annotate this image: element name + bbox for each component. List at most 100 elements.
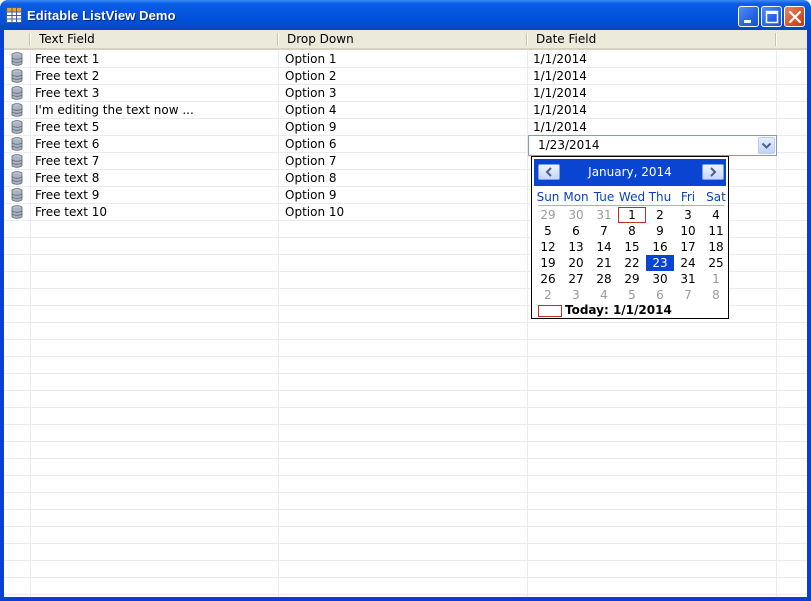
calendar-day[interactable]: 10 bbox=[674, 223, 702, 239]
day-of-week-label: Wed bbox=[618, 190, 646, 204]
drop-down-cell[interactable]: Option 4 bbox=[285, 102, 523, 118]
date-field-cell[interactable]: 1/1/2014 bbox=[533, 102, 773, 118]
calendar-day[interactable]: 28 bbox=[590, 271, 618, 287]
calendar-day[interactable]: 18 bbox=[702, 239, 730, 255]
table-row[interactable]: I'm editing the text now ... Option 4 1/1/… bbox=[4, 102, 807, 119]
column-separator[interactable] bbox=[526, 33, 527, 46]
database-icon bbox=[11, 86, 23, 100]
calendar-day[interactable]: 6 bbox=[646, 287, 674, 303]
calendar-day[interactable]: 30 bbox=[646, 271, 674, 287]
drop-down-cell[interactable]: Option 9 bbox=[285, 187, 523, 203]
drop-down-cell[interactable]: Option 3 bbox=[285, 85, 523, 101]
calendar-day[interactable]: 23 bbox=[646, 255, 674, 271]
column-header-drop-down[interactable]: Drop Down bbox=[282, 30, 522, 48]
calendar-day[interactable]: 3 bbox=[674, 207, 702, 223]
close-button[interactable] bbox=[784, 6, 805, 27]
day-of-week-label: Sun bbox=[536, 190, 560, 204]
drop-down-cell[interactable]: Option 8 bbox=[285, 170, 523, 186]
column-separator[interactable] bbox=[277, 33, 278, 46]
text-field-cell[interactable]: Free text 10 bbox=[35, 204, 275, 220]
calendar-day[interactable]: 29 bbox=[618, 271, 646, 287]
drop-down-cell[interactable]: Option 9 bbox=[285, 119, 523, 135]
date-field-cell[interactable]: 1/1/2014 bbox=[533, 68, 773, 84]
calendar-day[interactable]: 13 bbox=[562, 239, 590, 255]
calendar-dropdown[interactable]: January, 2014 Sun Mon Tue Wed Thu Fri Sat 29 30… bbox=[531, 156, 729, 319]
column-header-text-field[interactable]: Text Field bbox=[34, 30, 274, 48]
calendar-day[interactable]: 5 bbox=[618, 287, 646, 303]
database-icon bbox=[11, 103, 23, 117]
text-field-cell[interactable]: I'm editing the text now ... bbox=[35, 102, 275, 118]
date-picker-dropdown-button[interactable] bbox=[758, 137, 775, 154]
text-field-cell[interactable]: Free text 3 bbox=[35, 85, 275, 101]
date-picker-field[interactable]: 1/23/2014 bbox=[528, 135, 777, 156]
calendar-day[interactable]: 15 bbox=[618, 239, 646, 255]
calendar-day[interactable]: 5 bbox=[534, 223, 562, 239]
table-row[interactable]: Free text 2 Option 2 1/1/2014 bbox=[4, 68, 807, 85]
calendar-day[interactable]: 29 bbox=[534, 207, 562, 223]
empty-row bbox=[4, 340, 807, 357]
empty-row bbox=[4, 493, 807, 510]
title-bar[interactable]: Editable ListView Demo bbox=[0, 0, 811, 30]
next-month-button[interactable] bbox=[702, 164, 724, 180]
database-icon bbox=[11, 52, 23, 66]
calendar-day[interactable]: 2 bbox=[534, 287, 562, 303]
column-separator[interactable] bbox=[775, 33, 776, 46]
text-field-cell[interactable]: Free text 9 bbox=[35, 187, 275, 203]
calendar-day[interactable]: 7 bbox=[674, 287, 702, 303]
calendar-day[interactable]: 25 bbox=[702, 255, 730, 271]
calendar-day[interactable]: 6 bbox=[562, 223, 590, 239]
calendar-day[interactable]: 24 bbox=[674, 255, 702, 271]
chevron-down-icon bbox=[761, 142, 772, 149]
calendar-day[interactable]: 9 bbox=[646, 223, 674, 239]
calendar-day[interactable]: 31 bbox=[590, 207, 618, 223]
table-row[interactable]: Free text 3 Option 3 1/1/2014 bbox=[4, 85, 807, 102]
text-field-cell[interactable]: Free text 7 bbox=[35, 153, 275, 169]
calendar-day[interactable]: 30 bbox=[562, 207, 590, 223]
table-row[interactable]: Free text 1 Option 1 1/1/2014 bbox=[4, 51, 807, 68]
calendar-day[interactable]: 22 bbox=[618, 255, 646, 271]
previous-month-button[interactable] bbox=[538, 164, 560, 180]
drop-down-cell[interactable]: Option 2 bbox=[285, 68, 523, 84]
app-window: Editable ListView Demo Text Field Drop D… bbox=[0, 0, 811, 601]
calendar-day[interactable]: 8 bbox=[618, 223, 646, 239]
table-row[interactable]: Free text 5 Option 9 1/1/2014 bbox=[4, 119, 807, 136]
text-field-cell[interactable]: Free text 5 bbox=[35, 119, 275, 135]
calendar-day[interactable]: 20 bbox=[562, 255, 590, 271]
calendar-day[interactable]: 4 bbox=[590, 287, 618, 303]
date-field-cell[interactable]: 1/1/2014 bbox=[533, 119, 773, 135]
calendar-day[interactable]: 19 bbox=[534, 255, 562, 271]
date-field-cell[interactable]: 1/1/2014 bbox=[533, 85, 773, 101]
calendar-day[interactable]: 4 bbox=[702, 207, 730, 223]
text-field-cell[interactable]: Free text 2 bbox=[35, 68, 275, 84]
drop-down-cell[interactable]: Option 7 bbox=[285, 153, 523, 169]
date-field-cell[interactable]: 1/1/2014 bbox=[533, 51, 773, 67]
text-field-cell[interactable]: Free text 8 bbox=[35, 170, 275, 186]
calendar-day[interactable]: 1 bbox=[618, 207, 646, 223]
listview[interactable]: Text Field Drop Down Date Field Free tex… bbox=[4, 30, 807, 597]
today-link[interactable]: Today: 1/1/2014 bbox=[565, 303, 672, 318]
calendar-day[interactable]: 8 bbox=[702, 287, 730, 303]
maximize-button[interactable] bbox=[761, 6, 782, 27]
calendar-day[interactable]: 1 bbox=[702, 271, 730, 287]
drop-down-cell[interactable]: Option 10 bbox=[285, 204, 523, 220]
calendar-day[interactable]: 17 bbox=[674, 239, 702, 255]
calendar-day[interactable]: 16 bbox=[646, 239, 674, 255]
calendar-day[interactable]: 11 bbox=[702, 223, 730, 239]
calendar-day[interactable]: 31 bbox=[674, 271, 702, 287]
minimize-button[interactable] bbox=[738, 6, 759, 27]
calendar-day[interactable]: 26 bbox=[534, 271, 562, 287]
calendar-day[interactable]: 7 bbox=[590, 223, 618, 239]
calendar-month-title[interactable]: January, 2014 bbox=[534, 164, 726, 180]
calendar-day[interactable]: 27 bbox=[562, 271, 590, 287]
column-separator[interactable] bbox=[29, 33, 30, 46]
calendar-day[interactable]: 3 bbox=[562, 287, 590, 303]
text-field-cell[interactable]: Free text 1 bbox=[35, 51, 275, 67]
drop-down-cell[interactable]: Option 6 bbox=[285, 136, 523, 152]
drop-down-cell[interactable]: Option 1 bbox=[285, 51, 523, 67]
calendar-day[interactable]: 14 bbox=[590, 239, 618, 255]
calendar-day[interactable]: 12 bbox=[534, 239, 562, 255]
calendar-day[interactable]: 2 bbox=[646, 207, 674, 223]
text-field-cell[interactable]: Free text 6 bbox=[35, 136, 275, 152]
calendar-day[interactable]: 21 bbox=[590, 255, 618, 271]
column-header-date-field[interactable]: Date Field bbox=[531, 30, 771, 48]
